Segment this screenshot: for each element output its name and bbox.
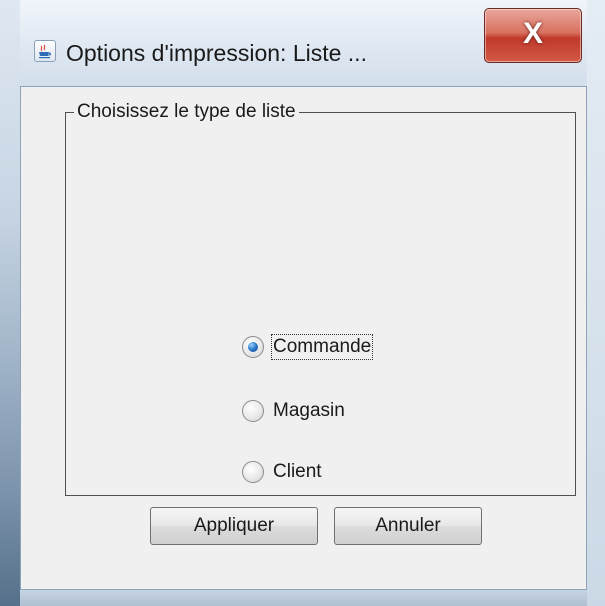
- close-button[interactable]: X: [484, 8, 582, 63]
- radio-option-magasin[interactable]: Magasin: [242, 396, 346, 426]
- radio-label-client[interactable]: Client: [272, 460, 323, 484]
- window-title: Options d'impression: Liste ...: [66, 40, 367, 66]
- radio-option-commande[interactable]: Commande: [242, 332, 374, 362]
- close-icon: X: [522, 17, 543, 50]
- window-frame-bottom: [20, 590, 587, 606]
- radio-button-icon[interactable]: [242, 336, 264, 358]
- radio-option-client[interactable]: Client: [242, 457, 323, 487]
- list-type-group: Choisissez le type de liste Commande Mag…: [65, 101, 576, 496]
- dialog-window: Options d'impression: Liste ... X Choisi…: [0, 0, 605, 606]
- window-frame-right: [587, 0, 605, 606]
- cancel-button[interactable]: Annuler: [334, 507, 482, 545]
- radio-label-commande[interactable]: Commande: [270, 334, 374, 360]
- radio-button-icon[interactable]: [242, 400, 264, 422]
- group-legend: Choisissez le type de liste: [74, 101, 299, 123]
- apply-button[interactable]: Appliquer: [150, 507, 318, 545]
- radio-label-magasin[interactable]: Magasin: [272, 399, 346, 423]
- dialog-content: Choisissez le type de liste Commande Mag…: [20, 86, 587, 590]
- java-coffee-cup-icon[interactable]: [34, 40, 56, 62]
- window-frame-left: [0, 0, 20, 606]
- radio-button-icon[interactable]: [242, 461, 264, 483]
